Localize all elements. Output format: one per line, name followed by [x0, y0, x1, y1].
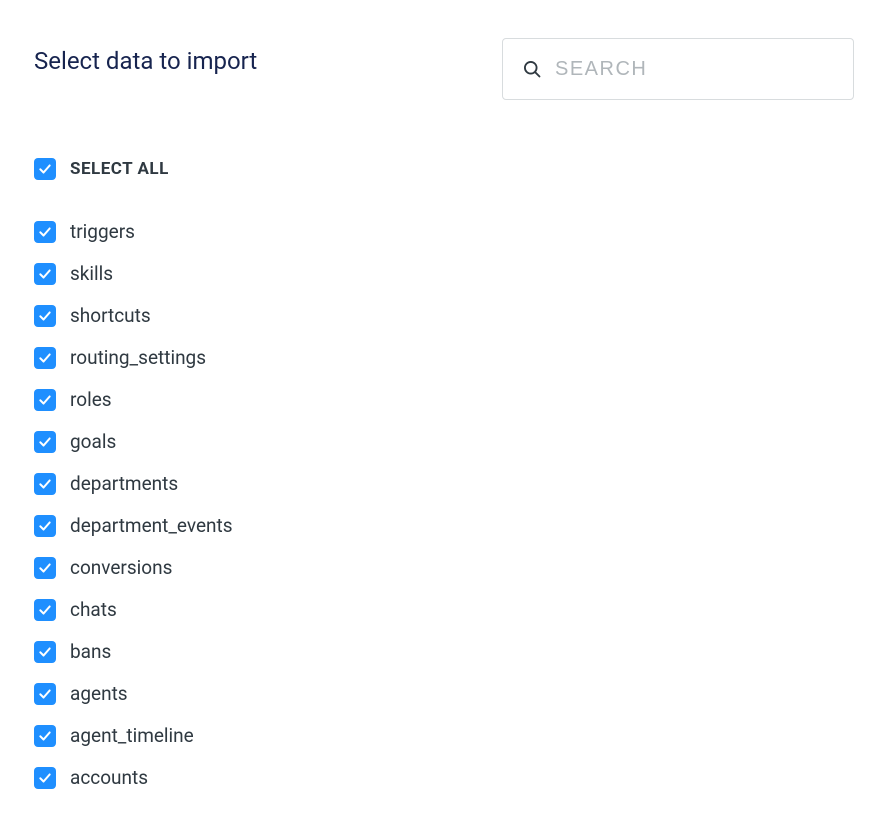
page-title: Select data to import — [34, 38, 257, 77]
list-item: agent_timeline — [34, 724, 854, 747]
item-label: skills — [70, 262, 113, 285]
import-panel: Select data to import SELECT ALL trigger… — [0, 0, 888, 827]
list-item: roles — [34, 388, 854, 411]
select-all-checkbox[interactable] — [34, 158, 56, 180]
list-item: chats — [34, 598, 854, 621]
item-checkbox[interactable] — [34, 767, 56, 789]
list-item: shortcuts — [34, 304, 854, 327]
header: Select data to import — [34, 38, 854, 100]
search-input[interactable] — [502, 38, 854, 100]
item-checkbox[interactable] — [34, 725, 56, 747]
list-item: department_events — [34, 514, 854, 537]
list-item: agents — [34, 682, 854, 705]
item-label: bans — [70, 640, 111, 663]
item-label: conversions — [70, 556, 172, 579]
item-label: departments — [70, 472, 178, 495]
item-checkbox[interactable] — [34, 683, 56, 705]
item-checkbox[interactable] — [34, 515, 56, 537]
item-checkbox[interactable] — [34, 305, 56, 327]
list-item: accounts — [34, 766, 854, 789]
list-item: triggers — [34, 220, 854, 243]
item-checkbox[interactable] — [34, 347, 56, 369]
items-list: triggers skills shortcuts routing_settingsr… — [34, 220, 854, 789]
item-checkbox[interactable] — [34, 557, 56, 579]
item-checkbox[interactable] — [34, 221, 56, 243]
item-label: routing_settings — [70, 346, 206, 369]
item-label: agents — [70, 682, 128, 705]
item-checkbox[interactable] — [34, 599, 56, 621]
item-checkbox[interactable] — [34, 431, 56, 453]
list-item: bans — [34, 640, 854, 663]
list-item: routing_settings — [34, 346, 854, 369]
list-item: departments — [34, 472, 854, 495]
list-item: skills — [34, 262, 854, 285]
item-label: agent_timeline — [70, 724, 194, 747]
select-all-row: SELECT ALL — [34, 158, 854, 180]
item-label: triggers — [70, 220, 135, 243]
list-item: goals — [34, 430, 854, 453]
item-label: chats — [70, 598, 117, 621]
item-checkbox[interactable] — [34, 641, 56, 663]
item-label: roles — [70, 388, 112, 411]
item-checkbox[interactable] — [34, 263, 56, 285]
item-label: department_events — [70, 514, 233, 537]
select-all-label: SELECT ALL — [70, 159, 169, 179]
list-item: conversions — [34, 556, 854, 579]
item-label: shortcuts — [70, 304, 151, 327]
item-checkbox[interactable] — [34, 473, 56, 495]
item-checkbox[interactable] — [34, 389, 56, 411]
item-label: goals — [70, 430, 116, 453]
search-box — [502, 38, 854, 100]
item-label: accounts — [70, 766, 148, 789]
